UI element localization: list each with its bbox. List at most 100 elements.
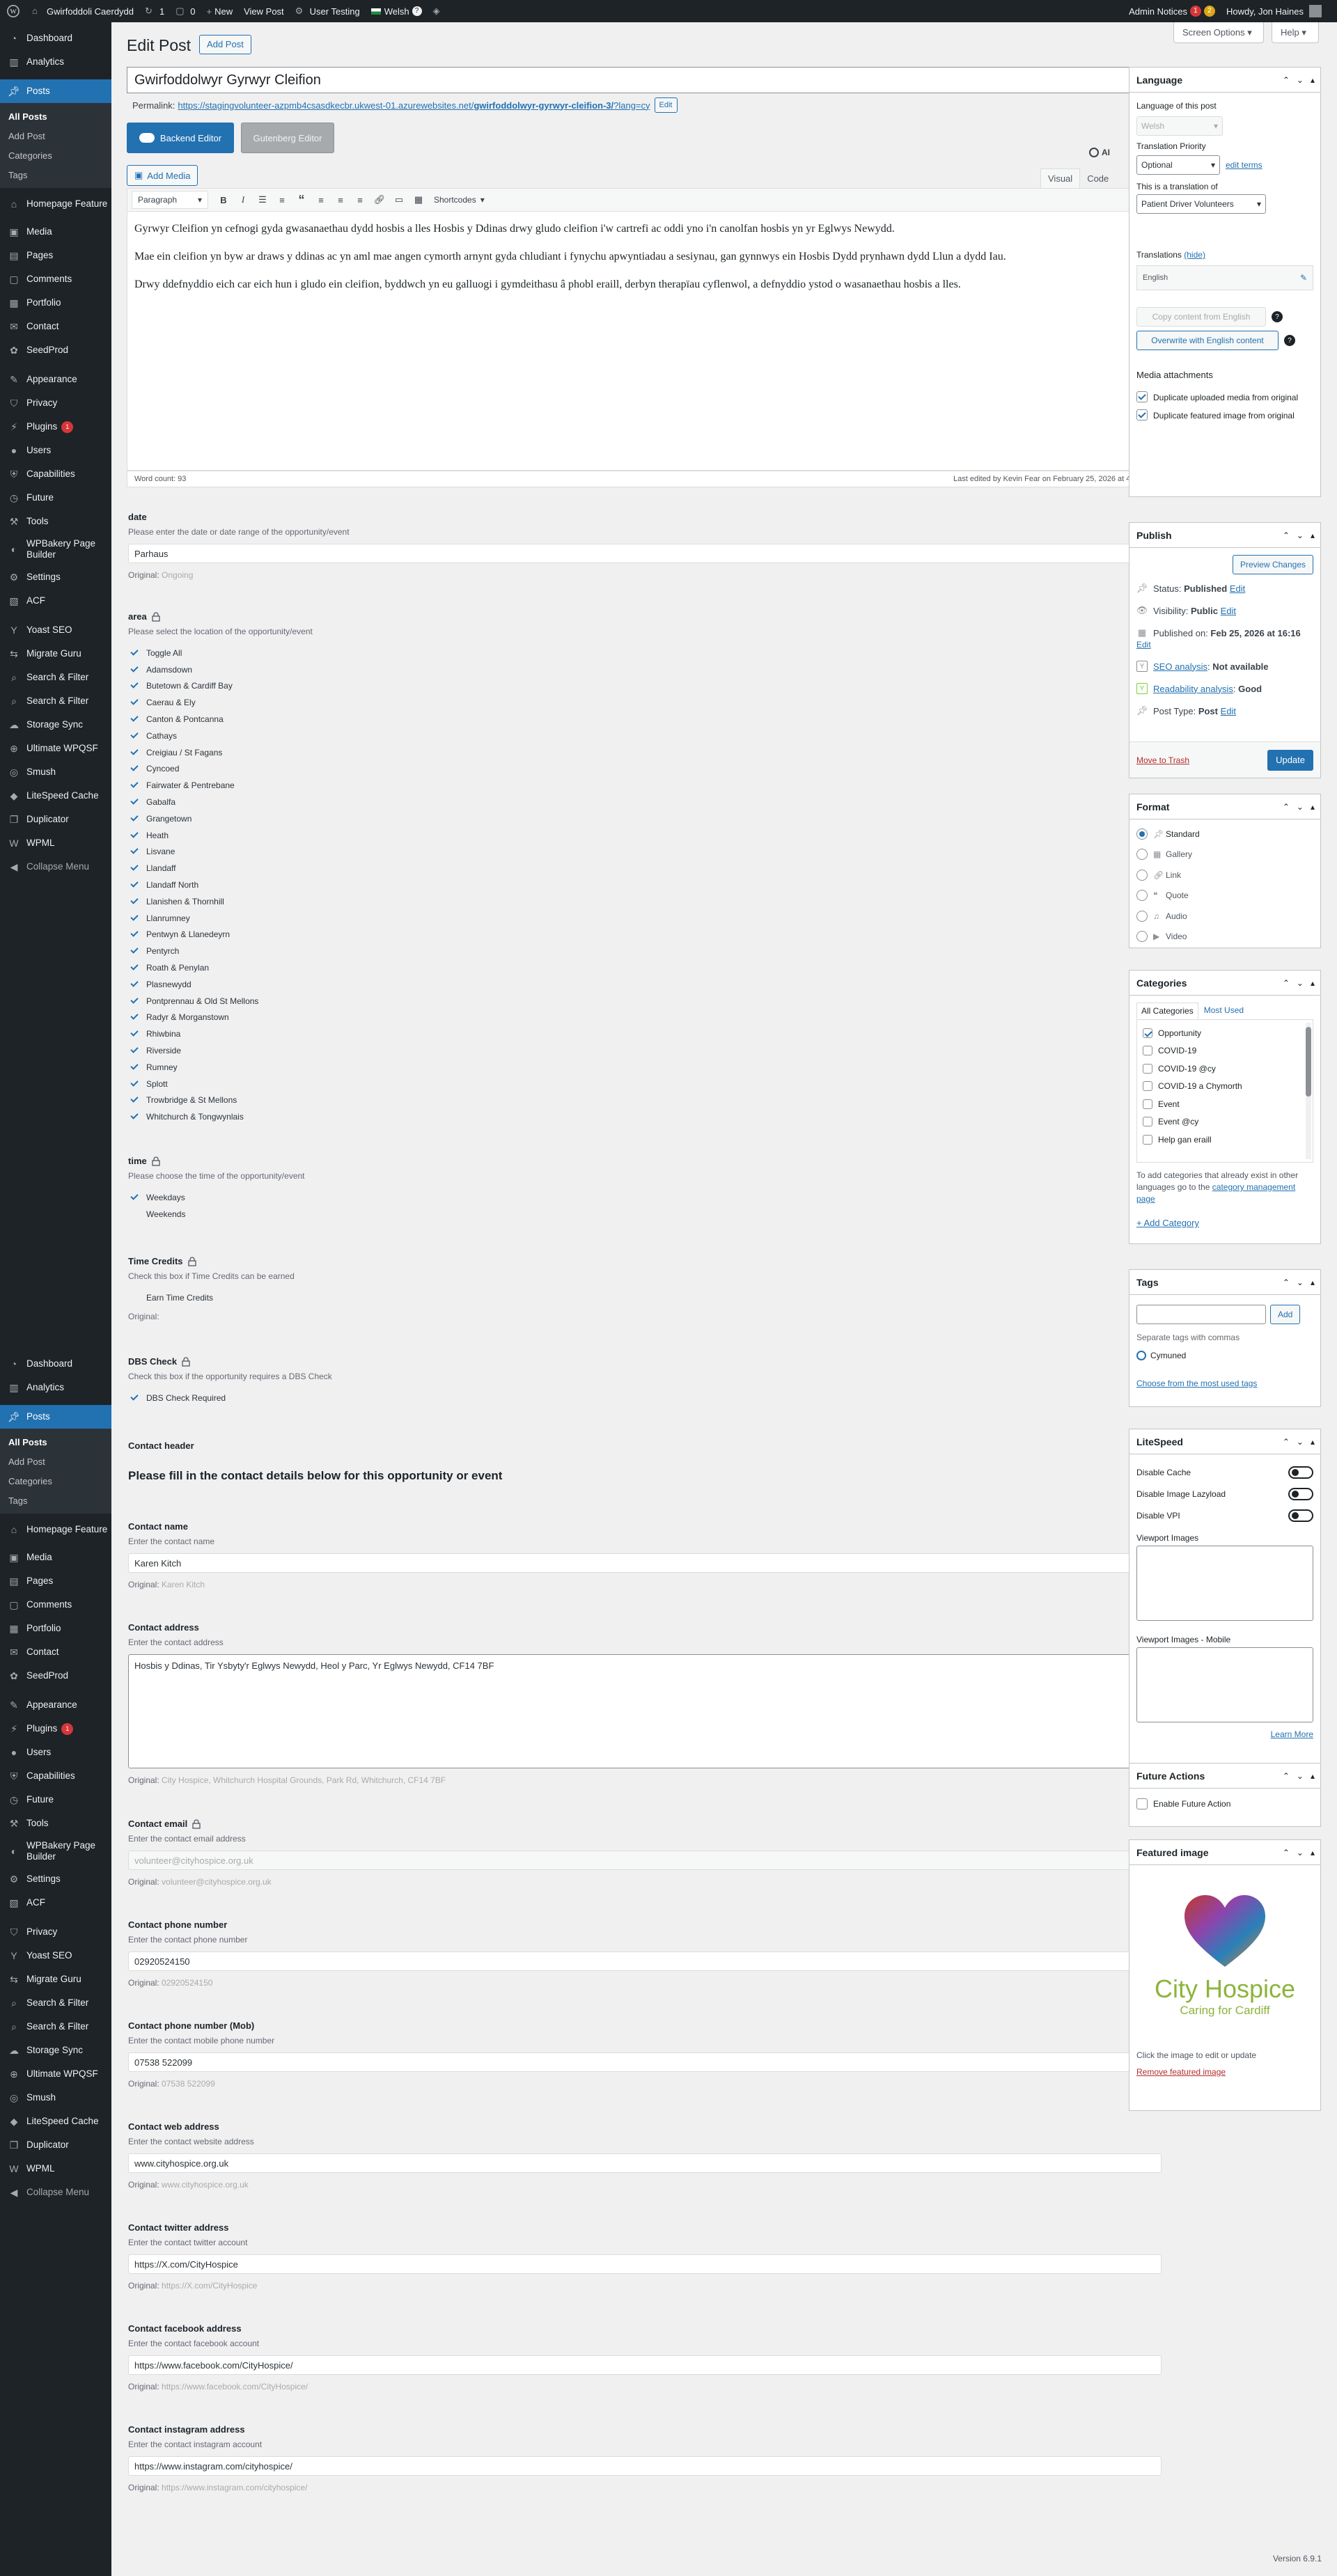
- sidebar-item-users[interactable]: ● Users: [0, 439, 111, 462]
- readability-link[interactable]: Readability analysis: [1153, 684, 1233, 694]
- learn-more-link[interactable]: Learn More: [1136, 1729, 1313, 1739]
- sidebar-item-wpbakery[interactable]: ◐ WPBakery Page Builder: [0, 1835, 111, 1867]
- format-video-radio[interactable]: ▶ Video: [1136, 927, 1313, 948]
- tab-all-categories[interactable]: All Categories: [1136, 1003, 1198, 1019]
- toggle-panel-icon[interactable]: ▴: [1311, 802, 1315, 812]
- category-checkbox[interactable]: Event @cy: [1143, 1113, 1307, 1131]
- chevron-down-icon[interactable]: ⌄: [1297, 531, 1304, 540]
- format-standard-radio[interactable]: 📌︎ Standard: [1136, 824, 1313, 845]
- contact-address-textarea[interactable]: Hosbis y Ddinas, Tir Ysbyty'r Eglwys New…: [128, 1654, 1162, 1768]
- sidebar-item-analytics[interactable]: ▥ Analytics: [0, 1376, 111, 1399]
- sidebar-item-settings[interactable]: ⚙ Settings: [0, 565, 111, 589]
- toggle-switch[interactable]: [1288, 1487, 1313, 1500]
- sidebar-item-yoast[interactable]: Y Yoast SEO: [0, 618, 111, 642]
- toggle-panel-icon[interactable]: ▴: [1311, 978, 1315, 988]
- updates-link[interactable]: ↻ 1: [139, 0, 170, 22]
- sidebar-item-litespeed[interactable]: ◆ LiteSpeed Cache: [0, 2110, 111, 2133]
- sidebar-item-contact[interactable]: ✉ Contact: [0, 315, 111, 338]
- overwrite-english-button[interactable]: Overwrite with English content: [1136, 331, 1279, 350]
- category-checkbox[interactable]: COVID-19: [1143, 1042, 1307, 1060]
- area-checkbox[interactable]: Roath & Penylan: [128, 959, 1162, 976]
- time-checkbox[interactable]: Weekends: [128, 1206, 1162, 1223]
- area-checkbox[interactable]: Splott: [128, 1076, 1162, 1092]
- preview-changes-button[interactable]: Preview Changes: [1232, 555, 1313, 574]
- contact-facebook-input[interactable]: https://www.facebook.com/CityHospice/: [128, 2355, 1162, 2375]
- help-button[interactable]: Help ▾: [1272, 22, 1319, 43]
- account-link[interactable]: Howdy, Jon Haines: [1221, 0, 1327, 22]
- sidebar-item-smush[interactable]: ◎ Smush: [0, 760, 111, 784]
- sidebar-item-posts[interactable]: 📌︎ Posts: [0, 79, 111, 103]
- sidebar-item-search-filter[interactable]: ⌕ Search & Filter: [0, 689, 111, 713]
- seo-analysis-link[interactable]: SEO analysis: [1153, 661, 1207, 672]
- area-checkbox[interactable]: Toggle All: [128, 645, 1162, 661]
- update-button[interactable]: Update: [1267, 749, 1313, 771]
- diamond-icon[interactable]: ◈: [428, 0, 446, 22]
- align-left-icon[interactable]: ≡: [311, 191, 331, 209]
- category-checkbox[interactable]: COVID-19 a Chymorth: [1143, 1078, 1307, 1096]
- site-name-link[interactable]: ⌂ Gwirfoddoli Caerdydd: [26, 0, 139, 22]
- sidebar-item-search-filter[interactable]: ⌕ Search & Filter: [0, 2015, 111, 2039]
- gutenberg-editor-button[interactable]: Gutenberg Editor: [241, 123, 334, 153]
- shortcodes-select[interactable]: Shortcodes ▾: [428, 191, 505, 209]
- area-checkbox[interactable]: Rumney: [128, 1059, 1162, 1076]
- sidebar-item-acf[interactable]: ▧ ACF: [0, 1891, 111, 1915]
- category-checkbox[interactable]: Help gan eraill: [1143, 1131, 1307, 1149]
- link-icon[interactable]: 🔗︎: [370, 191, 389, 209]
- sidebar-item-acf[interactable]: ▧ ACF: [0, 589, 111, 613]
- chevron-down-icon[interactable]: ⌄: [1297, 1278, 1304, 1287]
- toggle-switch[interactable]: [1288, 1509, 1313, 1522]
- chevron-up-icon[interactable]: ⌃: [1283, 802, 1290, 812]
- format-link-radio[interactable]: 🔗︎ Link: [1136, 865, 1313, 886]
- contact-mobile-input[interactable]: 07538 522099: [128, 2052, 1162, 2072]
- submenu-item[interactable]: Categories: [0, 146, 111, 165]
- submenu-item[interactable]: Tags: [0, 1491, 111, 1510]
- date-input[interactable]: Parhaus: [128, 544, 1162, 563]
- area-checkbox[interactable]: Rhiwbina: [128, 1026, 1162, 1042]
- sidebar-item-wpqsf[interactable]: ⊕ Ultimate WPQSF: [0, 737, 111, 760]
- pencil-icon[interactable]: ✎: [1300, 273, 1307, 283]
- align-right-icon[interactable]: ≡: [350, 191, 370, 209]
- sidebar-item-appearance[interactable]: ✎ Appearance: [0, 1693, 111, 1717]
- comments-link[interactable]: ▢ 0: [170, 0, 201, 22]
- sidebar-item-collapse[interactable]: ◀ Collapse Menu: [0, 2181, 111, 2204]
- area-checkbox[interactable]: Heath: [128, 827, 1162, 844]
- screen-options-button[interactable]: Screen Options ▾: [1173, 22, 1264, 43]
- sidebar-item-homepage[interactable]: ⌂ Homepage Feature: [0, 1514, 111, 1546]
- chevron-down-icon[interactable]: ⌄: [1297, 1848, 1304, 1858]
- language-select[interactable]: Welsh ▾: [1136, 116, 1223, 136]
- ai-button[interactable]: AI: [1089, 148, 1110, 157]
- viewport-images-textarea[interactable]: [1136, 1546, 1313, 1621]
- edit-status-link[interactable]: Edit: [1230, 583, 1245, 594]
- area-checkbox[interactable]: Grangetown: [128, 810, 1162, 827]
- sidebar-item-capabilities[interactable]: ⛨ Capabilities: [0, 1764, 111, 1788]
- area-checkbox[interactable]: Pontprennau & Old St Mellons: [128, 993, 1162, 1010]
- dbs-check-required-checkbox[interactable]: DBS Check Required: [128, 1390, 1162, 1406]
- chevron-up-icon[interactable]: ⌃: [1283, 1278, 1290, 1287]
- area-checkbox[interactable]: Caerau & Ely: [128, 694, 1162, 711]
- sidebar-item-settings[interactable]: ⚙ Settings: [0, 1867, 111, 1891]
- area-checkbox[interactable]: Canton & Pontcanna: [128, 711, 1162, 728]
- sidebar-item-media[interactable]: ▣ Media: [0, 220, 111, 244]
- chevron-down-icon[interactable]: ⌄: [1297, 978, 1304, 988]
- submenu-item[interactable]: All Posts: [0, 1432, 111, 1452]
- user-testing-link[interactable]: ⚙ User Testing: [290, 0, 366, 22]
- read-more-icon[interactable]: ▭: [389, 191, 409, 209]
- area-checkbox[interactable]: Trowbridge & St Mellons: [128, 1092, 1162, 1109]
- post-title-input[interactable]: Gwirfoddolwyr Gyrwyr Cleifion: [127, 67, 1162, 93]
- edit-type-link[interactable]: Edit: [1221, 706, 1236, 716]
- sidebar-item-tools[interactable]: ⚒ Tools: [0, 510, 111, 533]
- area-checkbox[interactable]: Llanrumney: [128, 910, 1162, 927]
- sidebar-item-duplicator[interactable]: ❐ Duplicator: [0, 808, 111, 831]
- toggle-panel-icon[interactable]: ▴: [1311, 75, 1315, 85]
- area-checkbox[interactable]: Riverside: [128, 1042, 1162, 1059]
- chevron-down-icon[interactable]: ⌄: [1297, 1771, 1304, 1781]
- sidebar-item-contact[interactable]: ✉ Contact: [0, 1640, 111, 1664]
- remove-featured-image-link[interactable]: Remove featured image: [1136, 2067, 1313, 2077]
- submenu-item[interactable]: Tags: [0, 165, 111, 184]
- submenu-item[interactable]: Categories: [0, 1471, 111, 1491]
- sidebar-item-plugins[interactable]: ⚡︎ Plugins 1: [0, 1717, 111, 1741]
- area-checkbox[interactable]: Creigiau / St Fagans: [128, 744, 1162, 761]
- area-checkbox[interactable]: Pentyrch: [128, 943, 1162, 959]
- sidebar-item-pages[interactable]: ▤ Pages: [0, 244, 111, 267]
- edit-date-link[interactable]: Edit: [1136, 640, 1313, 650]
